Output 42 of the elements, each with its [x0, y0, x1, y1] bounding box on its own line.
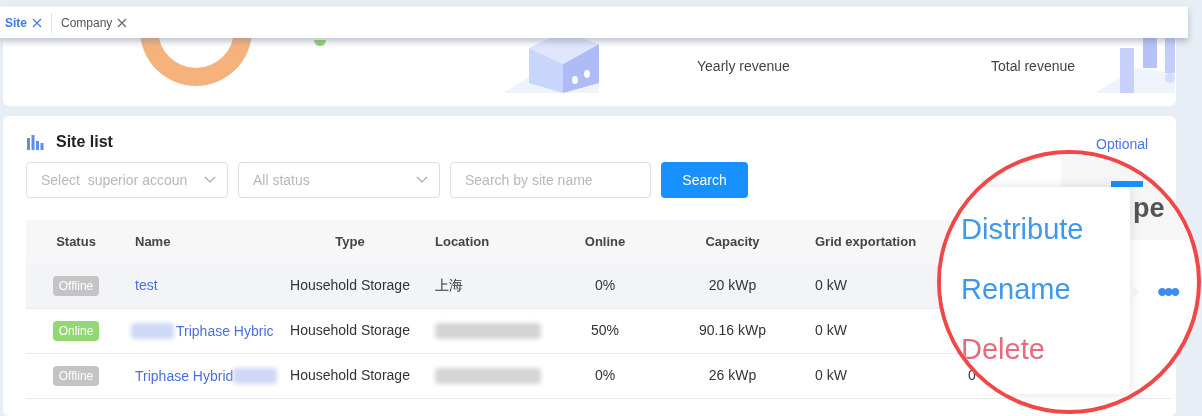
menu-item[interactable]: Distribute [961, 210, 1084, 249]
table-cell: 0 kW [800, 353, 950, 398]
table-cell: 50% [545, 308, 665, 353]
table-cell: 0 kW [800, 308, 950, 353]
table-cell: 0 kW [800, 263, 950, 308]
column-header: Online [545, 220, 665, 263]
table-cell: Household Storage [280, 308, 420, 353]
optional-link[interactable]: Optional [1096, 134, 1149, 155]
column-header: Type [280, 220, 420, 263]
stat-label: Yearly revenue [697, 57, 790, 76]
table-cell: 0% [545, 353, 665, 398]
site-name-link[interactable]: Triphase Hybric [176, 322, 274, 339]
bar-chart-icon [27, 134, 44, 150]
chevron-down-icon [416, 176, 428, 184]
section-title: Site list [56, 132, 113, 152]
tab[interactable]: Company [56, 7, 133, 38]
column-header: pe [1133, 192, 1165, 225]
column-header: Location [420, 220, 545, 263]
status-badge: Offline [52, 275, 100, 296]
site-name-link[interactable]: Triphase Hybrid [135, 367, 234, 384]
table-cell: 90.16 kWp [665, 308, 800, 353]
site-name-link[interactable]: test [135, 277, 158, 294]
table-cell: 0% [545, 263, 665, 308]
tab[interactable]: Site [0, 7, 47, 38]
close-icon[interactable] [117, 17, 128, 28]
table-cell: Household Storage [280, 263, 420, 308]
table-cell: 上海 [435, 276, 463, 293]
status-badge: Offline [52, 366, 100, 386]
search-button[interactable]: Search [661, 162, 748, 198]
table-cell: 26 kWp [665, 353, 800, 398]
table-cell: Household Storage [280, 353, 420, 398]
column-header: Grid exportation [800, 220, 950, 263]
search-field[interactable]: Search by site name [450, 162, 651, 198]
table-cell: 20 kWp [665, 263, 800, 308]
status-badge: Online [52, 321, 100, 341]
stat-label: Total revenue [991, 57, 1076, 76]
chevron-down-icon [204, 176, 216, 184]
menu-item[interactable]: Rename [961, 270, 1084, 309]
column-header: Status [26, 220, 126, 263]
column-header: Name [126, 220, 280, 263]
column-header: Capacity [665, 220, 800, 263]
close-icon[interactable] [32, 17, 42, 28]
